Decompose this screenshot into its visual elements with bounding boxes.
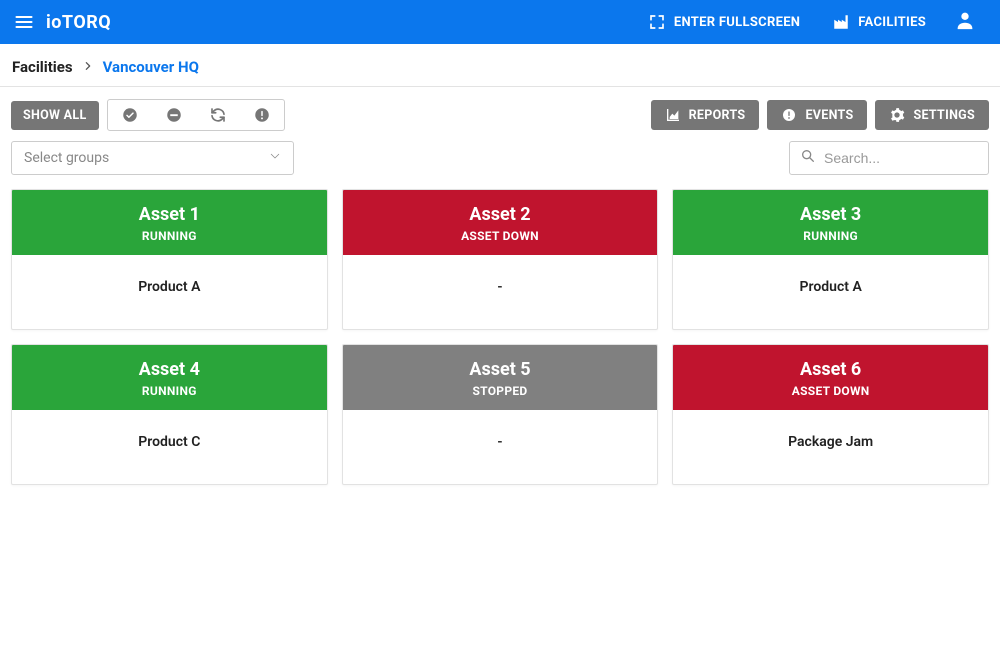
settings-label: SETTINGS bbox=[913, 108, 975, 123]
fullscreen-button[interactable]: ENTER FULLSCREEN bbox=[632, 7, 816, 37]
asset-detail: Product A bbox=[673, 255, 988, 329]
asset-grid: Asset 1 RUNNING Product A Asset 2 ASSET … bbox=[0, 189, 1000, 485]
filter-blocked-icon[interactable] bbox=[152, 100, 196, 130]
search-icon bbox=[800, 148, 816, 168]
gear-icon bbox=[889, 107, 905, 123]
asset-card-header: Asset 4 RUNNING bbox=[12, 345, 327, 410]
factory-icon bbox=[832, 13, 850, 31]
events-label: EVENTS bbox=[805, 108, 853, 123]
group-select[interactable]: Select groups bbox=[11, 141, 294, 175]
chevron-down-icon bbox=[269, 150, 281, 166]
asset-name: Asset 3 bbox=[673, 204, 988, 225]
asset-card[interactable]: Asset 4 RUNNING Product C bbox=[11, 344, 328, 485]
fullscreen-label: ENTER FULLSCREEN bbox=[674, 15, 800, 30]
settings-button[interactable]: SETTINGS bbox=[875, 100, 989, 130]
breadcrumb-root[interactable]: Facilities bbox=[12, 58, 73, 76]
asset-status-label: ASSET DOWN bbox=[673, 384, 988, 398]
reports-label: REPORTS bbox=[689, 108, 746, 123]
fullscreen-icon bbox=[648, 13, 666, 31]
chevron-right-icon bbox=[83, 60, 93, 75]
facilities-button[interactable]: FACILITIES bbox=[816, 7, 942, 37]
asset-card-header: Asset 1 RUNNING bbox=[12, 190, 327, 255]
asset-detail: - bbox=[343, 410, 658, 484]
breadcrumb: Facilities Vancouver HQ bbox=[0, 44, 1000, 87]
asset-detail: Package Jam bbox=[673, 410, 988, 484]
controls-row-2: Select groups bbox=[0, 141, 1000, 189]
menu-icon[interactable] bbox=[12, 10, 36, 34]
asset-name: Asset 2 bbox=[343, 204, 658, 225]
facilities-label: FACILITIES bbox=[858, 15, 926, 30]
asset-card-header: Asset 6 ASSET DOWN bbox=[673, 345, 988, 410]
events-icon bbox=[781, 107, 797, 123]
asset-status-label: RUNNING bbox=[12, 229, 327, 243]
asset-detail: - bbox=[343, 255, 658, 329]
reports-icon bbox=[665, 107, 681, 123]
asset-detail: Product C bbox=[12, 410, 327, 484]
group-select-placeholder: Select groups bbox=[24, 150, 109, 166]
asset-status-label: RUNNING bbox=[673, 229, 988, 243]
asset-status-label: ASSET DOWN bbox=[343, 229, 658, 243]
asset-status-label: RUNNING bbox=[12, 384, 327, 398]
filter-icon-group bbox=[107, 99, 285, 131]
asset-card-header: Asset 2 ASSET DOWN bbox=[343, 190, 658, 255]
asset-name: Asset 1 bbox=[12, 204, 327, 225]
asset-name: Asset 5 bbox=[343, 359, 658, 380]
app-header: ioTORQ ENTER FULLSCREEN FACILITIES bbox=[0, 0, 1000, 44]
asset-name: Asset 4 bbox=[12, 359, 327, 380]
app-logo: ioTORQ bbox=[46, 12, 111, 33]
breadcrumb-current[interactable]: Vancouver HQ bbox=[103, 58, 199, 76]
filter-check-icon[interactable] bbox=[108, 100, 152, 130]
reports-button[interactable]: REPORTS bbox=[651, 100, 760, 130]
user-icon[interactable] bbox=[942, 3, 988, 41]
asset-status-label: STOPPED bbox=[343, 384, 658, 398]
asset-card[interactable]: Asset 2 ASSET DOWN - bbox=[342, 189, 659, 330]
asset-card[interactable]: Asset 6 ASSET DOWN Package Jam bbox=[672, 344, 989, 485]
asset-detail: Product A bbox=[12, 255, 327, 329]
controls-row: SHOW ALL REPORTS EVENTS SETTINGS bbox=[0, 87, 1000, 141]
filter-alert-icon[interactable] bbox=[240, 100, 284, 130]
filter-refresh-icon[interactable] bbox=[196, 100, 240, 130]
search-input[interactable] bbox=[824, 150, 978, 166]
asset-name: Asset 6 bbox=[673, 359, 988, 380]
asset-card[interactable]: Asset 1 RUNNING Product A bbox=[11, 189, 328, 330]
events-button[interactable]: EVENTS bbox=[767, 100, 867, 130]
show-all-button[interactable]: SHOW ALL bbox=[11, 101, 99, 130]
asset-card[interactable]: Asset 3 RUNNING Product A bbox=[672, 189, 989, 330]
asset-card[interactable]: Asset 5 STOPPED - bbox=[342, 344, 659, 485]
asset-card-header: Asset 3 RUNNING bbox=[673, 190, 988, 255]
search-box[interactable] bbox=[789, 141, 989, 175]
asset-card-header: Asset 5 STOPPED bbox=[343, 345, 658, 410]
